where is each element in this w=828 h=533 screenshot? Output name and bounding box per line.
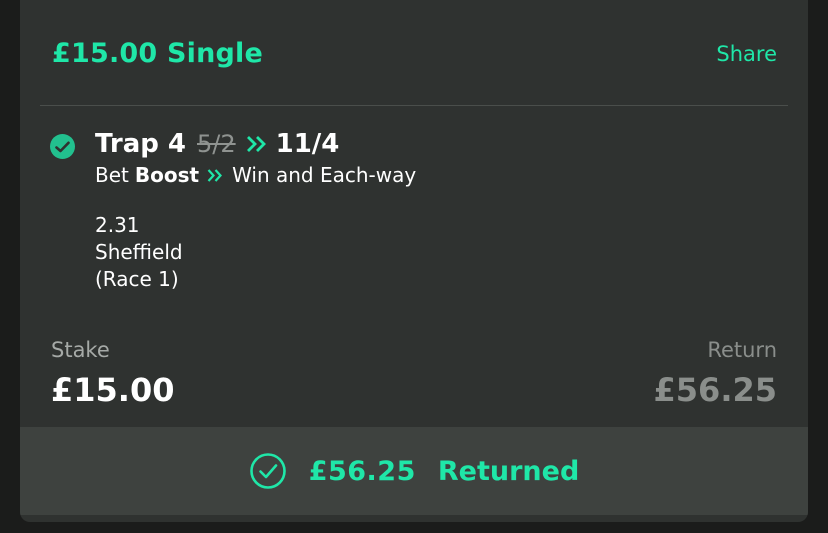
double-chevron-right-icon	[246, 134, 268, 158]
original-odds: 5/2	[197, 130, 236, 158]
event-race: (Race 1)	[95, 267, 179, 291]
check-circle-outline-icon	[249, 452, 287, 490]
market-line: Bet Boost Win and Each-way	[95, 163, 775, 187]
runner-name: Trap 4	[95, 129, 186, 159]
double-chevron-right-icon	[207, 164, 224, 188]
return-label: Return	[707, 338, 777, 362]
event-time: 2.31	[95, 213, 140, 237]
event-venue: Sheffield	[95, 240, 183, 264]
check-circle-icon	[50, 134, 75, 159]
share-button[interactable]: Share	[716, 42, 777, 66]
return-value: £56.25	[653, 371, 777, 409]
boosted-odds: 11/4	[275, 129, 340, 159]
returned-amount: £56.25	[308, 455, 416, 487]
stake-value: £15.00	[51, 371, 175, 409]
result-bar: £56.25 Returned	[20, 427, 808, 515]
selection-details: Trap 4 5/2 11/4 Bet Boost Win and Each-w…	[95, 129, 775, 293]
boost-label: Boost	[134, 163, 200, 187]
returned-status: Returned	[437, 455, 580, 487]
stake-label: Stake	[51, 338, 110, 362]
market-name: Win and Each-way	[232, 163, 417, 187]
event-info: 2.31 Sheffield (Race 1)	[95, 212, 775, 293]
header-divider	[40, 105, 788, 106]
bet-card: £15.00 Single Share Trap 4 5/2 11/4 Bet …	[20, 0, 808, 522]
boost-prefix: Bet	[95, 163, 129, 187]
selection-odds-line: Trap 4 5/2 11/4	[95, 129, 775, 159]
bet-title: £15.00 Single	[52, 38, 264, 69]
bet-header: £15.00 Single Share	[52, 38, 777, 69]
